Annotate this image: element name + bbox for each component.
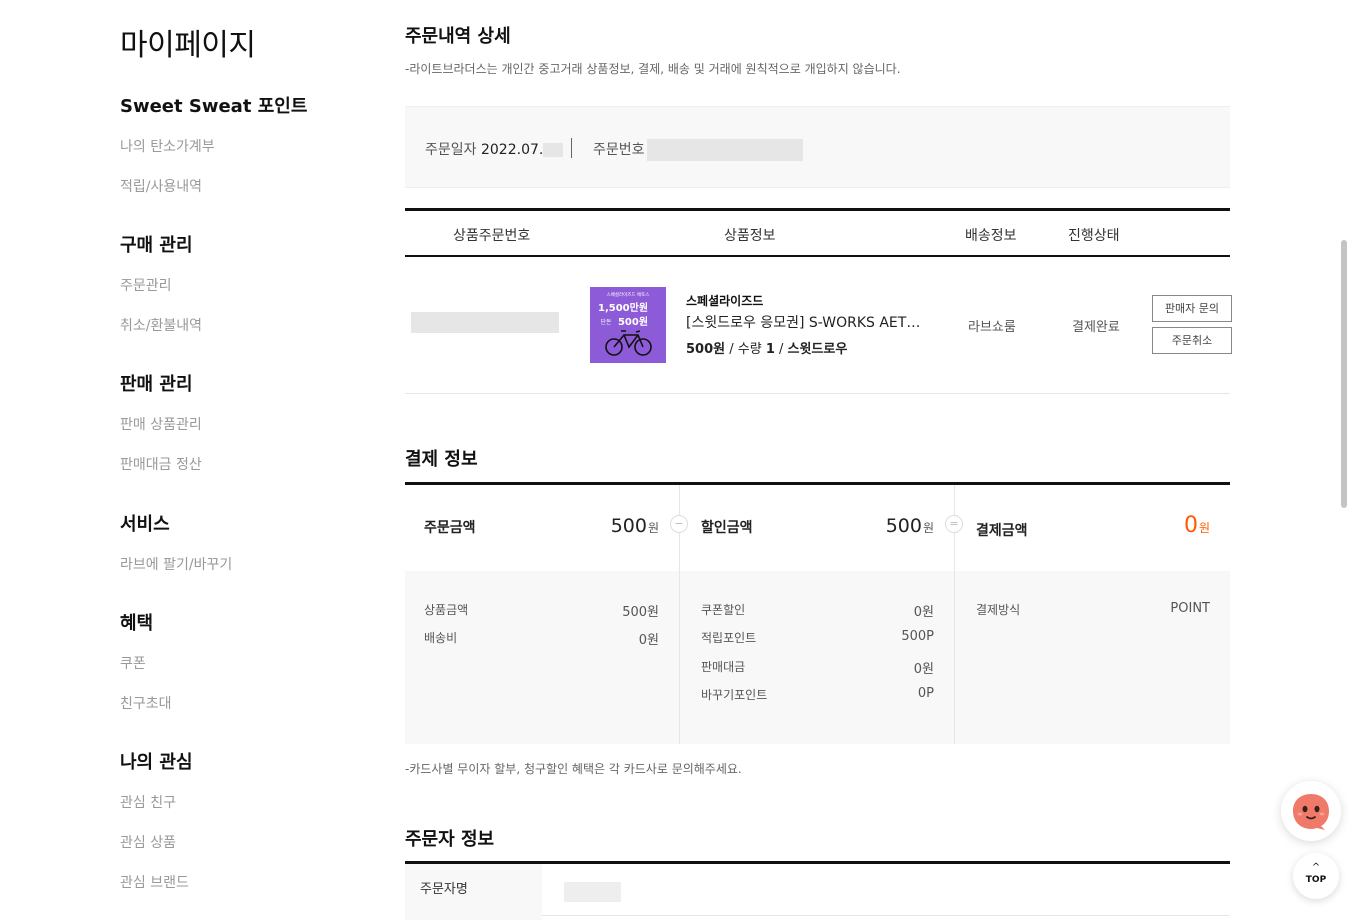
order-number: 주문번호 — [593, 139, 803, 161]
sub-value: 0P — [917, 686, 934, 701]
page-title: 마이페이지 — [120, 28, 256, 63]
order-summary: 주문일자 2022.07. 주문번호 — [405, 106, 1230, 188]
order-notice: -라이트브라더스는 개인간 중고거래 상품정보, 결제, 배송 및 거래에 원칙… — [405, 62, 901, 76]
masked-value — [564, 882, 621, 902]
sub-value: 0원 — [638, 633, 659, 648]
order-date: 주문일자 2022.07. — [425, 139, 564, 159]
seller-inquiry-button[interactable]: 판매자 문의 — [1152, 295, 1232, 322]
masked-value — [411, 312, 559, 333]
sidebar-heading: 판매 관리 — [120, 374, 193, 395]
equals-icon: = — [945, 515, 963, 533]
seller-name[interactable]: 스페셜라이즈드 — [686, 292, 763, 309]
product-thumbnail[interactable]: 스페셜라이즈드 에토스 1,500만원 단돈 500원 — [590, 287, 666, 363]
order-detail-title: 주문내역 상세 — [405, 26, 511, 47]
sub-value: 0원 — [913, 605, 934, 620]
order-status: 결제완료 — [1072, 320, 1120, 335]
sidebar-heading: Sweet Sweat 포인트 — [120, 96, 308, 117]
final-amount: 0원 — [1183, 513, 1210, 538]
payment-method-value: POINT — [1170, 601, 1210, 616]
sidebar-group-purchase: 구매 관리 주문관리 취소/환불내역 — [120, 234, 202, 336]
sub-label: 판매대금 — [701, 660, 746, 674]
thumb-big-text: 1,500만원 — [598, 301, 648, 314]
sidebar-heading: 혜택 — [120, 613, 154, 634]
meta-sep: / — [774, 342, 788, 357]
scrollbar-thumb[interactable] — [1341, 240, 1347, 508]
sub-label: 쿠폰할인 — [701, 603, 746, 617]
sidebar-group-service: 서비스 라브에 팔기/바꾸기 — [120, 513, 232, 575]
chat-mascot-icon — [1293, 794, 1329, 830]
divider — [571, 138, 572, 158]
sub-value: 500P — [901, 629, 934, 644]
chevron-up-icon: ^ — [1311, 862, 1321, 873]
product-name[interactable]: [스윗드로우 응모권] S-WORKS AETHOS — [686, 312, 926, 332]
col-status: 진행상태 — [1068, 228, 1120, 244]
sidebar-group-sales: 판매 관리 판매 상품관리 판매대금 정산 — [120, 373, 202, 475]
orderer-info: 주문자명 — [405, 861, 1230, 920]
sidebar-item-sale-products[interactable]: 판매 상품관리 — [120, 415, 202, 435]
shipping-info: 라브쇼룸 — [968, 320, 1016, 335]
sidebar-item-refunds[interactable]: 취소/환불내역 — [120, 316, 202, 336]
col-product-info: 상품정보 — [724, 228, 776, 244]
minus-icon: − — [670, 515, 688, 533]
sub-value: 500원 — [622, 605, 659, 620]
order-number-label: 주문번호 — [593, 142, 645, 158]
qty-label: / 수량 — [725, 342, 766, 357]
thumb-sub-text: 단돈 — [600, 318, 612, 326]
sidebar-item-carbon-book[interactable]: 나의 탄소가계부 — [120, 137, 307, 157]
product-table-header: 상품주문번호 상품정보 배송정보 진행상태 — [405, 208, 1230, 257]
final-amount-label: 결제금액 — [976, 523, 1028, 539]
sidebar-item-invite[interactable]: 친구초대 — [120, 694, 172, 714]
product-brand: 스윗드로우 — [787, 342, 848, 357]
sidebar-item-fav-friends[interactable]: 관심 친구 — [120, 793, 193, 813]
payment-breakdown — [405, 571, 1230, 744]
orderer-name-label: 주문자명 — [405, 864, 542, 916]
cancel-order-button[interactable]: 주문취소 — [1152, 327, 1232, 354]
payment-box: 주문금액 500원 − 할인금액 500원 = 결제금액 0원 상품금액 500… — [405, 482, 1230, 744]
product-meta: 500원 / 수량 1 / 스윗드로우 — [686, 338, 847, 357]
sidebar-heading: 구매 관리 — [120, 235, 193, 256]
col-shipping: 배송정보 — [965, 228, 1017, 244]
orderer-title: 주문자 정보 — [405, 829, 495, 850]
sub-value: 0원 — [913, 662, 934, 677]
sub-label: 바꾸기포인트 — [701, 688, 768, 702]
masked-value — [646, 139, 803, 161]
thumb-top-text: 스페셜라이즈드 에토스 — [607, 291, 650, 298]
sidebar-item-fav-brands[interactable]: 관심 브랜드 — [120, 873, 193, 893]
table-row: 스페셜라이즈드 에토스 1,500만원 단돈 500원 스페셜라이즈드 [스윗드… — [405, 257, 1232, 394]
sidebar-item-orders[interactable]: 주문관리 — [120, 276, 202, 296]
sidebar-group-points: Sweet Sweat 포인트 나의 탄소가계부 적립/사용내역 — [120, 95, 307, 197]
sidebar-item-fav-products[interactable]: 관심 상품 — [120, 833, 193, 853]
card-notice: -카드사별 무이자 할부, 청구할인 혜택은 각 카드사로 문의해주세요. — [405, 762, 742, 776]
sidebar-heading: 나의 관심 — [120, 752, 193, 773]
sidebar-item-point-history[interactable]: 적립/사용내역 — [120, 177, 307, 197]
col-product-order-no: 상품주문번호 — [453, 228, 531, 244]
product-price: 500원 — [686, 342, 726, 357]
masked-value — [543, 143, 564, 157]
discount-amount-label: 할인금액 — [701, 520, 753, 536]
sidebar-item-sell-trade[interactable]: 라브에 팔기/바꾸기 — [120, 555, 232, 575]
order-date-label: 주문일자 — [425, 142, 477, 158]
scroll-top-button[interactable]: ^ TOP — [1293, 853, 1339, 899]
discount-amount: 500원 — [885, 515, 934, 537]
sidebar-item-settlement[interactable]: 판매대금 정산 — [120, 455, 202, 475]
sub-label: 적립포인트 — [701, 631, 757, 645]
sub-label: 상품금액 — [424, 603, 469, 617]
order-date-value: 2022.07. — [480, 142, 544, 158]
order-amount-label: 주문금액 — [424, 520, 476, 536]
orderer-next-row — [405, 916, 542, 920]
sidebar-group-interests: 나의 관심 관심 친구 관심 상품 관심 브랜드 — [120, 751, 193, 893]
top-label: TOP — [1305, 875, 1327, 885]
table-row: 주문자명 — [405, 864, 1230, 916]
payment-title: 결제 정보 — [405, 449, 478, 470]
thumb-price-text: 500원 — [618, 315, 648, 328]
sidebar-item-coupons[interactable]: 쿠폰 — [120, 654, 172, 674]
chat-button[interactable] — [1281, 781, 1341, 841]
order-amount: 500원 — [610, 515, 659, 537]
payment-method-label: 결제방식 — [976, 603, 1021, 617]
sub-label: 배송비 — [424, 631, 458, 645]
product-qty: 1 — [765, 342, 775, 357]
sidebar-group-benefits: 혜택 쿠폰 친구초대 — [120, 612, 172, 714]
sidebar-heading: 서비스 — [120, 514, 170, 535]
